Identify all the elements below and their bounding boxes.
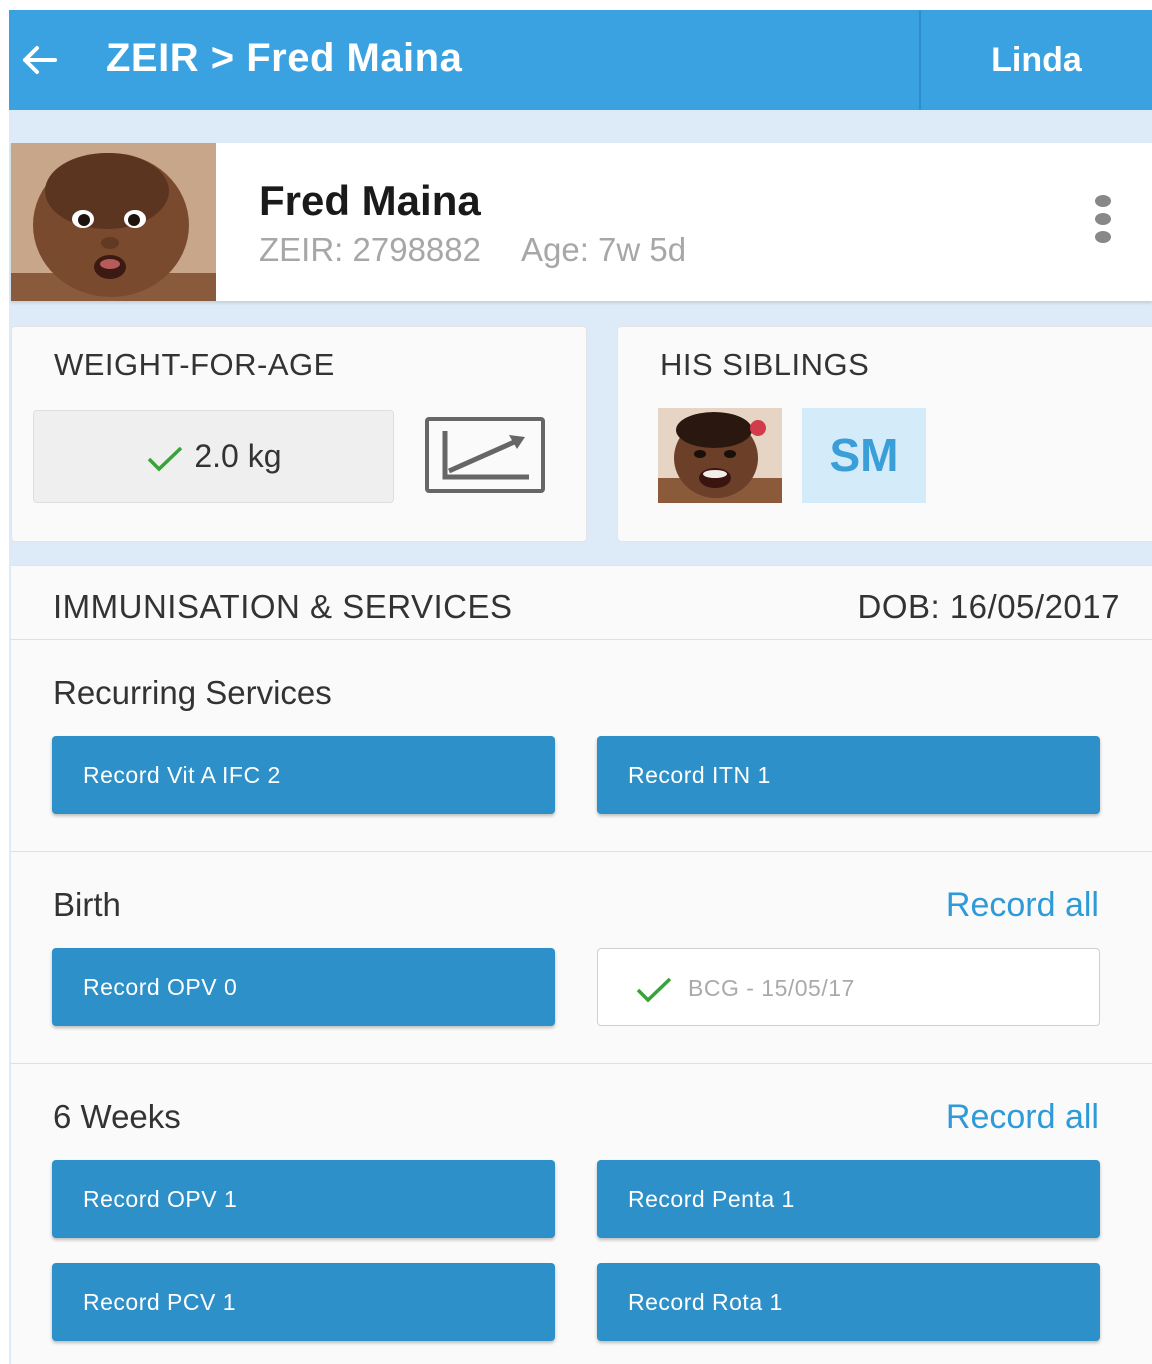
divider [11,851,1152,852]
more-vert-icon[interactable] [1094,195,1112,255]
record-all-birth-link[interactable]: Record all [946,886,1099,925]
divider [11,639,1152,640]
record-penta1-button[interactable]: Record Penta 1 [597,1160,1100,1238]
record-vit-a-button[interactable]: Record Vit A IFC 2 [52,736,555,814]
sibling-photo[interactable] [658,408,782,503]
sibling-initials-avatar[interactable]: SM [802,408,926,503]
weight-value: 2.0 kg [194,438,282,474]
immunisation-heading: IMMUNISATION & SERVICES [53,588,513,625]
bcg-recorded-label: BCG - 15/05/17 [688,975,855,1001]
siblings-heading: HIS SIBLINGS [660,347,870,382]
weight-value-box[interactable]: 2.0 kg [33,410,394,503]
app-bar-title: ZEIR > Fred Maina [106,36,463,80]
child-photo [11,143,216,301]
immunisation-card: IMMUNISATION & SERVICES DOB: 16/05/2017 … [11,565,1152,1364]
back-arrow-icon[interactable] [19,38,59,82]
zeir-id: ZEIR: 2798882 [259,231,481,268]
check-icon [148,446,183,471]
app-bar: ZEIR > Fred Maina Linda [9,10,1152,110]
section-title-recurring: Recurring Services [53,674,332,711]
section-title-birth: Birth [53,886,121,923]
divider [11,1063,1152,1064]
record-pcv1-button[interactable]: Record PCV 1 [52,1263,555,1341]
bcg-recorded-item[interactable]: BCG - 15/05/17 [597,948,1100,1026]
weight-for-age-card: WEIGHT-FOR-AGE 2.0 kg [11,326,587,542]
section-title-6-weeks: 6 Weeks [53,1098,181,1135]
child-meta: ZEIR: 2798882 Age: 7w 5d [259,231,726,269]
child-name: Fred Maina [259,177,481,224]
date-of-birth: DOB: 16/05/2017 [857,588,1120,625]
check-icon [636,977,672,1003]
siblings-card: HIS SIBLINGS SM [617,326,1152,542]
child-profile-card: Fred Maina ZEIR: 2798882 Age: 7w 5d [11,143,1152,301]
record-rota1-button[interactable]: Record Rota 1 [597,1263,1100,1341]
record-opv1-button[interactable]: Record OPV 1 [52,1160,555,1238]
app-screen: ZEIR > Fred Maina Linda Fred Maina ZEIR:… [9,10,1152,1364]
child-age: Age: 7w 5d [520,231,687,268]
user-name-button[interactable]: Linda [921,10,1152,110]
record-all-6-weeks-link[interactable]: Record all [946,1098,1099,1137]
record-opv0-button[interactable]: Record OPV 0 [52,948,555,1026]
weight-heading: WEIGHT-FOR-AGE [54,347,335,382]
record-itn-button[interactable]: Record ITN 1 [597,736,1100,814]
growth-chart-icon[interactable] [425,417,547,495]
